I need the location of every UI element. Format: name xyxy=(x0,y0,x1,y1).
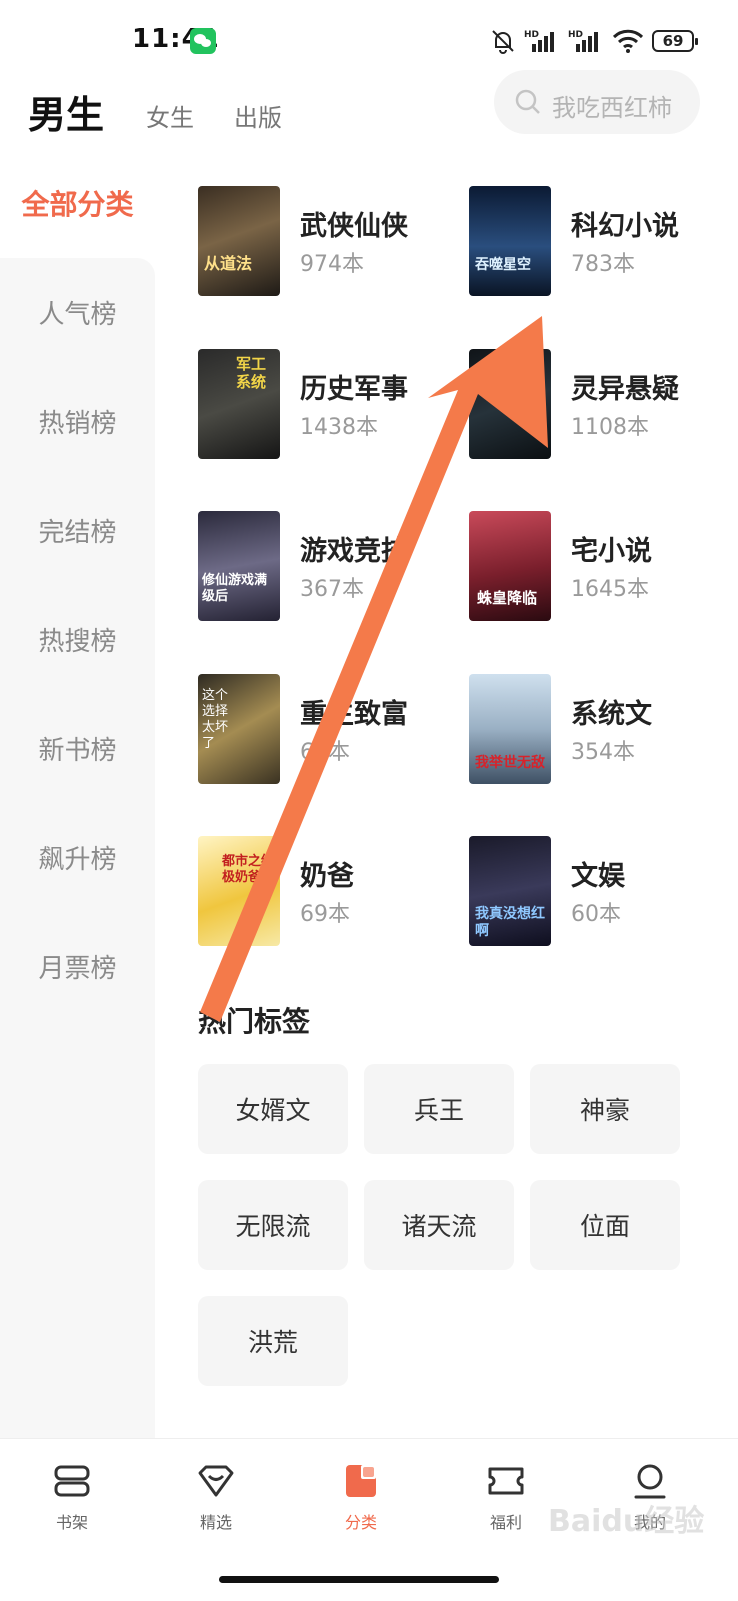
tag-button[interactable]: 位面 xyxy=(530,1180,680,1270)
tag-button[interactable]: 兵王 xyxy=(364,1064,514,1154)
category-count: 69本 xyxy=(300,902,350,927)
top-nav: 男生 女生 出版 我吃西红柿 xyxy=(0,70,738,142)
featured-icon xyxy=(198,1465,234,1497)
book-cover-image xyxy=(469,349,551,459)
book-cover-image: 这个选择太坏了 xyxy=(198,674,280,784)
sidebar-item-popular[interactable]: 人气榜 xyxy=(0,294,155,331)
category-item[interactable]: 军工系统 历史军事 1438本 xyxy=(198,349,458,461)
category-item[interactable]: 都市之终极奶爸 奶爸 69本 xyxy=(198,836,458,948)
book-cover-image: 蛛皇降临 xyxy=(469,511,551,621)
cover-title: 这个选择太坏了 xyxy=(202,688,229,751)
home-indicator[interactable] xyxy=(219,1576,499,1583)
category-name: 宅小说 xyxy=(571,536,652,567)
category-item[interactable]: 我举世无敌 系统文 354本 xyxy=(469,674,729,786)
signal-icon-2: HD xyxy=(568,30,598,52)
sidebar-item-monthly-ticket[interactable]: 月票榜 xyxy=(0,948,155,985)
tag-button[interactable]: 洪荒 xyxy=(198,1296,348,1386)
category-name: 奶爸 xyxy=(300,861,354,892)
book-cover-image: 都市之终极奶爸 xyxy=(198,836,280,946)
category-name: 文娱 xyxy=(571,861,625,892)
category-item[interactable]: 我真没想红啊 文娱 60本 xyxy=(469,836,729,948)
category-name: 灵异悬疑 xyxy=(571,374,679,405)
nav-label: 书架 xyxy=(55,1513,88,1532)
profile-icon xyxy=(634,1464,666,1499)
category-name: 历史军事 xyxy=(300,374,408,405)
category-name: 武侠仙侠 xyxy=(300,211,408,242)
sidebar-item-all-categories[interactable]: 全部分类 xyxy=(0,180,155,258)
tag-button[interactable]: 无限流 xyxy=(198,1180,348,1270)
baidu-watermark: Baidu经验 xyxy=(548,1504,705,1539)
category-item[interactable]: 从道法 武侠仙侠 974本 xyxy=(198,186,458,298)
category-count: 783本 xyxy=(571,252,635,277)
sidebar-item-completed[interactable]: 完结榜 xyxy=(0,512,155,549)
nav-category[interactable]: 分类 xyxy=(311,1461,411,1533)
tag-button[interactable]: 神豪 xyxy=(530,1064,680,1154)
wifi-icon xyxy=(612,29,644,53)
status-icons: HD HD 69 xyxy=(490,26,698,56)
cover-title: 修仙游戏满级后 xyxy=(202,573,268,604)
sidebar: 全部分类 人气榜 热销榜 完结榜 热搜榜 新书榜 飙升榜 月票榜 xyxy=(0,180,155,1438)
nav-featured[interactable]: 精选 xyxy=(166,1461,266,1533)
category-count: 367本 xyxy=(300,577,364,602)
cover-title: 军工系统 xyxy=(236,355,267,391)
category-name: 重生致富 xyxy=(300,699,408,730)
svg-text:HD: HD xyxy=(568,30,583,40)
category-count: 1108本 xyxy=(571,415,649,440)
tag-button[interactable]: 女婿文 xyxy=(198,1064,348,1154)
book-cover-image: 我真没想红啊 xyxy=(469,836,551,946)
category-item[interactable]: 灵异悬疑 1108本 xyxy=(469,349,729,461)
category-count: 1438本 xyxy=(300,415,378,440)
svg-text:HD: HD xyxy=(524,30,539,40)
book-cover-image: 我举世无敌 xyxy=(469,674,551,784)
search-placeholder: 我吃西红柿 xyxy=(552,94,672,122)
nav-bookshelf[interactable]: 书架 xyxy=(22,1461,122,1533)
mute-bell-icon xyxy=(492,30,514,54)
cover-title: 从道法 xyxy=(204,254,253,273)
wechat-notification-icon xyxy=(190,28,216,54)
cover-title: 吞噬星空 xyxy=(475,257,531,273)
tab-male[interactable]: 男生 xyxy=(28,84,104,139)
category-count: 354本 xyxy=(571,740,635,765)
sidebar-item-bestseller[interactable]: 热销榜 xyxy=(0,403,155,440)
hot-tags-title: 热门标签 xyxy=(198,1005,311,1038)
ticket-icon xyxy=(488,1467,524,1495)
nav-label: 精选 xyxy=(199,1513,232,1532)
cover-title: 我举世无敌 xyxy=(475,755,545,771)
category-count: 1645本 xyxy=(571,577,649,602)
category-item[interactable]: 吞噬星空 科幻小说 783本 xyxy=(469,186,729,298)
sidebar-list: 人气榜 热销榜 完结榜 热搜榜 新书榜 飙升榜 月票榜 xyxy=(0,258,155,1438)
sidebar-item-hot-search[interactable]: 热搜榜 xyxy=(0,621,155,658)
cover-title: 我真没想红啊 xyxy=(475,906,545,939)
category-name: 系统文 xyxy=(571,699,652,730)
category-item[interactable]: 蛛皇降临 宅小说 1645本 xyxy=(469,511,729,623)
book-cover-image: 修仙游戏满级后 xyxy=(198,511,280,621)
category-name: 游戏竞技 xyxy=(300,536,408,567)
cover-title: 蛛皇降临 xyxy=(477,589,538,607)
tab-publish[interactable]: 出版 xyxy=(234,98,282,133)
signal-icon: HD xyxy=(524,30,554,52)
book-cover-image: 军工系统 xyxy=(198,349,280,459)
cover-title: 都市之终极奶爸 xyxy=(222,854,275,885)
category-count: 64本 xyxy=(300,740,350,765)
tag-button[interactable]: 诸天流 xyxy=(364,1180,514,1270)
search-icon xyxy=(515,89,540,114)
battery-icon: 69 xyxy=(652,30,698,52)
sidebar-item-new-books[interactable]: 新书榜 xyxy=(0,730,155,767)
status-bar: 11:41 HD HD 69 xyxy=(0,0,738,80)
bookshelf-icon xyxy=(54,1465,90,1497)
category-name: 科幻小说 xyxy=(571,211,679,242)
search-input[interactable]: 我吃西红柿 xyxy=(494,70,700,134)
sidebar-item-rising[interactable]: 飙升榜 xyxy=(0,839,155,876)
category-count: 60本 xyxy=(571,902,621,927)
category-item[interactable]: 修仙游戏满级后 游戏竞技 367本 xyxy=(198,511,458,623)
book-cover-image: 吞噬星空 xyxy=(469,186,551,296)
book-cover-image: 从道法 xyxy=(198,186,280,296)
nav-label: 分类 xyxy=(344,1513,377,1532)
category-item[interactable]: 这个选择太坏了 重生致富 64本 xyxy=(198,674,458,786)
category-count: 974本 xyxy=(300,252,364,277)
tab-female[interactable]: 女生 xyxy=(146,98,194,133)
nav-welfare[interactable]: 福利 xyxy=(456,1461,556,1533)
nav-label: 福利 xyxy=(489,1513,522,1532)
category-icon xyxy=(346,1465,376,1497)
